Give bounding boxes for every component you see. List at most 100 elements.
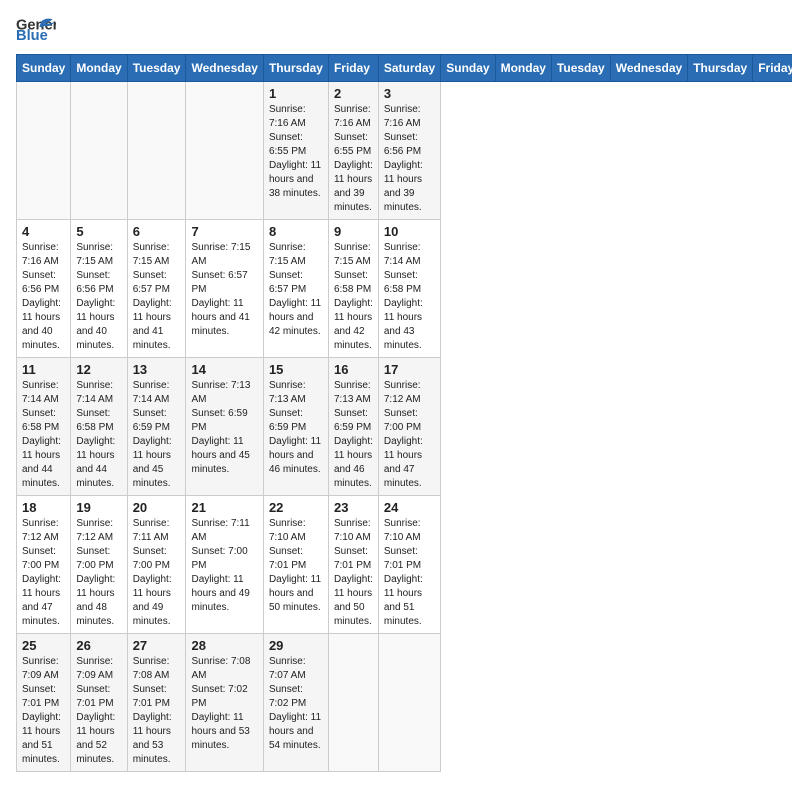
day-number: 2 xyxy=(334,86,373,101)
header-wednesday: Wednesday xyxy=(610,55,687,82)
day-info: Sunrise: 7:14 AMSunset: 6:59 PMDaylight:… xyxy=(133,379,181,491)
calendar-cell xyxy=(328,634,378,772)
calendar-week-4: 25 Sunrise: 7:09 AMSunset: 7:01 PMDayligh… xyxy=(17,634,792,772)
day-info: Sunrise: 7:12 AMSunset: 7:00 PMDaylight:… xyxy=(384,379,435,491)
calendar-cell: 4 Sunrise: 7:16 AMSunset: 6:56 PMDaylight… xyxy=(17,220,71,358)
day-info: Sunrise: 7:15 AMSunset: 6:58 PMDaylight:… xyxy=(334,241,373,353)
day-number: 3 xyxy=(384,86,435,101)
calendar-cell: 18Sunrise: 7:12 AMSunset: 7:00 PMDayligh… xyxy=(17,496,71,634)
day-number: 19 xyxy=(76,500,121,515)
day-info: Sunrise: 7:09 AMSunset: 7:01 PMDaylight:… xyxy=(22,655,65,767)
calendar-cell: 23Sunrise: 7:10 AMSunset: 7:01 PMDayligh… xyxy=(328,496,378,634)
day-number: 13 xyxy=(133,362,181,377)
day-info: Sunrise: 7:12 AMSunset: 7:00 PMDaylight:… xyxy=(76,517,121,629)
header-thursday: Thursday xyxy=(688,55,753,82)
day-info: Sunrise: 7:14 AMSunset: 6:58 PMDaylight:… xyxy=(384,241,435,353)
calendar-cell: 19 Sunrise: 7:12 AMSunset: 7:00 PMDayligh… xyxy=(71,496,127,634)
day-info: Sunrise: 7:16 AMSunset: 6:55 PMDaylight:… xyxy=(334,103,373,215)
header-saturday: Saturday xyxy=(378,55,440,82)
day-number: 27 xyxy=(133,638,181,653)
header-tuesday: Tuesday xyxy=(127,55,186,82)
header-thursday: Thursday xyxy=(263,55,328,82)
page-header: General Blue xyxy=(16,16,776,46)
calendar-cell xyxy=(17,82,71,220)
header-friday: Friday xyxy=(328,55,378,82)
calendar-cell: 3 Sunrise: 7:16 AMSunset: 6:56 PMDaylight… xyxy=(378,82,440,220)
day-number: 14 xyxy=(191,362,257,377)
day-number: 25 xyxy=(22,638,65,653)
calendar-cell: 28 Sunrise: 7:08 AMSunset: 7:02 PMDayligh… xyxy=(186,634,263,772)
day-number: 20 xyxy=(133,500,181,515)
calendar-cell: 20 Sunrise: 7:11 AMSunset: 7:00 PMDayligh… xyxy=(127,496,186,634)
day-info: Sunrise: 7:14 AMSunset: 6:58 PMDaylight:… xyxy=(76,379,121,491)
calendar-cell xyxy=(127,82,186,220)
day-number: 29 xyxy=(269,638,323,653)
day-number: 4 xyxy=(22,224,65,239)
calendar-cell: 6 Sunrise: 7:15 AMSunset: 6:57 PMDaylight… xyxy=(127,220,186,358)
day-info: Sunrise: 7:07 AMSunset: 7:02 PMDaylight:… xyxy=(269,655,323,753)
day-number: 28 xyxy=(191,638,257,653)
calendar-week-3: 18Sunrise: 7:12 AMSunset: 7:00 PMDayligh… xyxy=(17,496,792,634)
day-number: 22 xyxy=(269,500,323,515)
calendar-week-2: 11 Sunrise: 7:14 AMSunset: 6:58 PMDayligh… xyxy=(17,358,792,496)
svg-text:Blue: Blue xyxy=(16,28,48,44)
day-info: Sunrise: 7:09 AMSunset: 7:01 PMDaylight:… xyxy=(76,655,121,767)
day-number: 7 xyxy=(191,224,257,239)
day-number: 17 xyxy=(384,362,435,377)
calendar-cell: 15Sunrise: 7:13 AMSunset: 6:59 PMDayligh… xyxy=(263,358,328,496)
day-number: 11 xyxy=(22,362,65,377)
header-wednesday: Wednesday xyxy=(186,55,263,82)
calendar-cell: 13 Sunrise: 7:14 AMSunset: 6:59 PMDayligh… xyxy=(127,358,186,496)
calendar-cell: 1 Sunrise: 7:16 AMSunset: 6:55 PMDaylight… xyxy=(263,82,328,220)
day-info: Sunrise: 7:15 AMSunset: 6:57 PMDaylight:… xyxy=(269,241,323,339)
day-number: 9 xyxy=(334,224,373,239)
logo: General Blue xyxy=(16,16,56,46)
day-number: 21 xyxy=(191,500,257,515)
calendar-cell: 22Sunrise: 7:10 AMSunset: 7:01 PMDayligh… xyxy=(263,496,328,634)
calendar-cell: 12 Sunrise: 7:14 AMSunset: 6:58 PMDayligh… xyxy=(71,358,127,496)
calendar-cell: 9 Sunrise: 7:15 AMSunset: 6:58 PMDaylight… xyxy=(328,220,378,358)
calendar-cell: 5 Sunrise: 7:15 AMSunset: 6:56 PMDaylight… xyxy=(71,220,127,358)
calendar-cell: 26 Sunrise: 7:09 AMSunset: 7:01 PMDayligh… xyxy=(71,634,127,772)
calendar-cell: 29 Sunrise: 7:07 AMSunset: 7:02 PMDayligh… xyxy=(263,634,328,772)
header-tuesday: Tuesday xyxy=(551,55,610,82)
day-number: 15 xyxy=(269,362,323,377)
day-number: 23 xyxy=(334,500,373,515)
day-number: 8 xyxy=(269,224,323,239)
day-number: 1 xyxy=(269,86,323,101)
day-info: Sunrise: 7:16 AMSunset: 6:56 PMDaylight:… xyxy=(22,241,65,353)
day-number: 12 xyxy=(76,362,121,377)
calendar-cell: 2 Sunrise: 7:16 AMSunset: 6:55 PMDaylight… xyxy=(328,82,378,220)
calendar-cell: 17 Sunrise: 7:12 AMSunset: 7:00 PMDayligh… xyxy=(378,358,440,496)
day-number: 26 xyxy=(76,638,121,653)
calendar-cell: 16Sunrise: 7:13 AMSunset: 6:59 PMDayligh… xyxy=(328,358,378,496)
day-info: Sunrise: 7:16 AMSunset: 6:55 PMDaylight:… xyxy=(269,103,323,201)
calendar-cell: 27 Sunrise: 7:08 AMSunset: 7:01 PMDayligh… xyxy=(127,634,186,772)
day-number: 6 xyxy=(133,224,181,239)
day-number: 5 xyxy=(76,224,121,239)
calendar-cell xyxy=(186,82,263,220)
day-info: Sunrise: 7:11 AMSunset: 7:00 PMDaylight:… xyxy=(133,517,181,629)
header-sunday: Sunday xyxy=(441,55,495,82)
day-info: Sunrise: 7:13 AMSunset: 6:59 PMDaylight:… xyxy=(191,379,257,477)
calendar-table: SundayMondayTuesdayWednesdayThursdayFrid… xyxy=(16,54,792,772)
header-monday: Monday xyxy=(495,55,551,82)
calendar-cell: 24 Sunrise: 7:10 AMSunset: 7:01 PMDayligh… xyxy=(378,496,440,634)
header-friday: Friday xyxy=(753,55,792,82)
day-info: Sunrise: 7:15 AMSunset: 6:56 PMDaylight:… xyxy=(76,241,121,353)
day-info: Sunrise: 7:10 AMSunset: 7:01 PMDaylight:… xyxy=(384,517,435,629)
header-sunday: Sunday xyxy=(17,55,71,82)
day-info: Sunrise: 7:16 AMSunset: 6:56 PMDaylight:… xyxy=(384,103,435,215)
day-info: Sunrise: 7:08 AMSunset: 7:02 PMDaylight:… xyxy=(191,655,257,753)
calendar-cell: 25 Sunrise: 7:09 AMSunset: 7:01 PMDayligh… xyxy=(17,634,71,772)
day-info: Sunrise: 7:11 AMSunset: 7:00 PMDaylight:… xyxy=(191,517,257,615)
calendar-cell: 14 Sunrise: 7:13 AMSunset: 6:59 PMDayligh… xyxy=(186,358,263,496)
calendar-cell: 8 Sunrise: 7:15 AMSunset: 6:57 PMDaylight… xyxy=(263,220,328,358)
calendar-cell: 7Sunrise: 7:15 AMSunset: 6:57 PMDaylight… xyxy=(186,220,263,358)
day-info: Sunrise: 7:08 AMSunset: 7:01 PMDaylight:… xyxy=(133,655,181,767)
day-info: Sunrise: 7:15 AMSunset: 6:57 PMDaylight:… xyxy=(133,241,181,353)
day-number: 24 xyxy=(384,500,435,515)
day-number: 16 xyxy=(334,362,373,377)
calendar-header-row: SundayMondayTuesdayWednesdayThursdayFrid… xyxy=(17,55,792,82)
calendar-cell: 11Sunrise: 7:14 AMSunset: 6:58 PMDayligh… xyxy=(17,358,71,496)
